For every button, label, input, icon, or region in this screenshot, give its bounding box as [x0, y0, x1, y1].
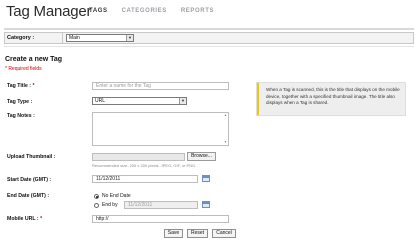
calendar-icon[interactable] [202, 175, 210, 182]
start-date-input[interactable]: 11/12/2011 [92, 175, 198, 183]
save-button[interactable]: Save [164, 229, 183, 238]
tag-type-select[interactable]: URL ▼ [92, 97, 187, 105]
end-by-label: End by [102, 202, 118, 208]
tag-notes-textarea[interactable]: ▲ ▼ [92, 112, 229, 146]
mobile-url-input[interactable]: http:// [92, 215, 229, 223]
tag-title-label-text: Tag Title : [7, 83, 32, 89]
end-by-radio[interactable] [94, 203, 99, 208]
chevron-down-icon: ▼ [126, 35, 133, 41]
nav-tabs: TAGS CATEGORIES REPORTS [89, 8, 214, 14]
cancel-button[interactable]: Cancel [212, 229, 236, 238]
scroll-down-icon[interactable]: ▼ [223, 140, 228, 145]
upload-hint: Recommended size: 200 x 200 pixels. JPEG… [92, 163, 197, 168]
required-mark: * [32, 83, 35, 89]
reset-button[interactable]: Reset [187, 229, 208, 238]
browse-button[interactable]: Browse... [187, 152, 216, 161]
end-by-date-input[interactable]: 11/12/2011 [124, 201, 198, 209]
tag-notes-label: Tag Notes : [7, 113, 35, 119]
upload-file-field[interactable] [92, 153, 185, 161]
app-title: Tag Manager [6, 3, 92, 20]
scroll-up-icon[interactable]: ▲ [223, 113, 228, 118]
upload-thumbnail-label: Upload Thumbnail : [7, 154, 56, 160]
mobile-url-label: Mobile URL : * [7, 216, 42, 222]
category-divider [62, 32, 63, 44]
section-title: Create a new Tag [5, 56, 63, 63]
no-end-date-label: No End Date [102, 193, 131, 199]
mobile-url-label-text: Mobile URL : [7, 216, 39, 222]
tooltip-text: When a Tag is scanned, this is the title… [266, 87, 400, 105]
calendar-icon[interactable] [202, 201, 210, 208]
tab-tags[interactable]: TAGS [89, 8, 108, 14]
tag-title-input[interactable]: Enter a name for the Tag [92, 82, 229, 90]
tab-reports[interactable]: REPORTS [181, 8, 214, 14]
tag-type-select-value: URL [95, 98, 106, 104]
header-divider [4, 28, 414, 30]
category-select[interactable]: Main ▼ [66, 34, 134, 42]
tooltip-accent-bar [257, 83, 259, 115]
end-date-label: End Date (GMT) : [7, 193, 50, 199]
section-divider [4, 46, 414, 47]
required-mark: * [40, 216, 43, 222]
start-date-label: Start Date (GMT) : [7, 177, 52, 183]
tag-title-label: Tag Title : * [7, 83, 35, 89]
chevron-down-icon: ▼ [179, 98, 186, 104]
required-note: * Required fields [5, 66, 42, 72]
no-end-date-radio[interactable] [94, 194, 99, 199]
category-select-value: Main [69, 35, 80, 41]
tag-type-label: Tag Type : [7, 99, 33, 105]
tab-categories[interactable]: CATEGORIES [122, 8, 167, 14]
category-label: Category : [7, 35, 35, 41]
